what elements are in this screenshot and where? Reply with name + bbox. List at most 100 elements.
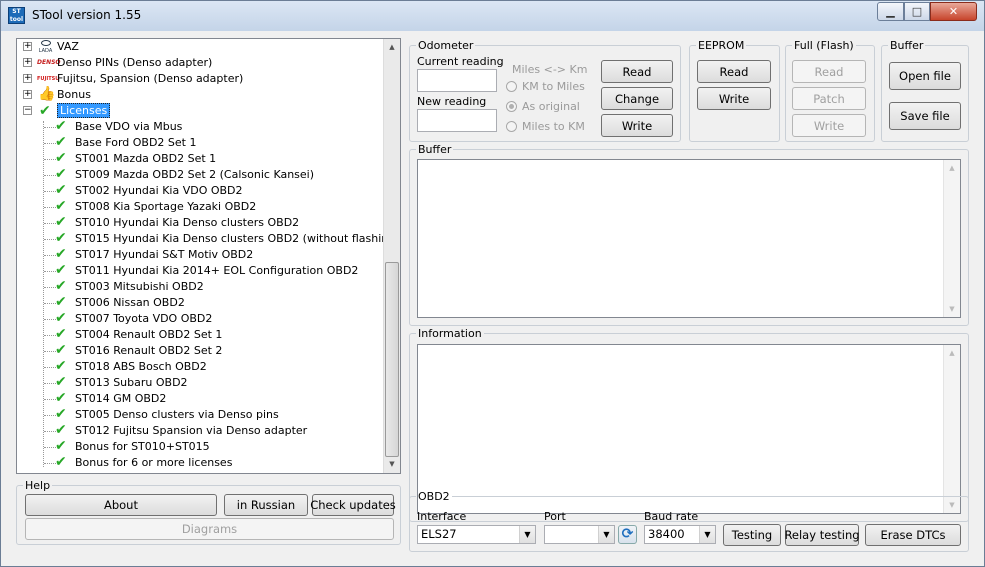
current-reading-input[interactable] xyxy=(417,69,497,92)
check-icon: ✔ xyxy=(55,198,67,214)
license-item-label: ST006 Nissan OBD2 xyxy=(75,296,185,309)
odometer-write-button[interactable]: Write xyxy=(601,114,673,137)
interface-dropdown-arrow-icon[interactable]: ▼ xyxy=(519,526,535,543)
tree-group-denso-pins-denso-adapter[interactable]: + DENSO Denso PINs (Denso adapter) xyxy=(17,55,377,71)
license-item[interactable]: ✔ ST008 Kia Sportage Yazaki OBD2 xyxy=(17,199,377,215)
license-item[interactable]: ✔ ST001 Mazda OBD2 Set 1 xyxy=(17,151,377,167)
tree-group-licenses[interactable]: − ✔ Licenses xyxy=(17,103,377,119)
check-updates-button[interactable]: Check updates xyxy=(310,494,396,516)
license-item[interactable]: ✔ ST010 Hyundai Kia Denso clusters OBD2 xyxy=(17,215,377,231)
tree-expander-icon[interactable]: − xyxy=(23,106,32,115)
license-item-label: ST007 Toyota VDO OBD2 xyxy=(75,312,213,325)
as-original-radio[interactable] xyxy=(506,101,517,112)
tree-group-label: Licenses xyxy=(57,103,111,118)
refresh-ports-icon[interactable]: ⟳ xyxy=(618,525,637,544)
flash-write-button[interactable]: Write xyxy=(792,114,866,137)
new-reading-input[interactable] xyxy=(417,109,497,132)
tree-expander-icon[interactable]: + xyxy=(23,42,32,51)
license-item[interactable]: ✔ ST009 Mazda OBD2 Set 2 (Calsonic Kansei… xyxy=(17,167,377,183)
km-to-miles-radio[interactable] xyxy=(506,81,517,92)
license-item-label: ST013 Subaru OBD2 xyxy=(75,376,188,389)
baud-rate-select[interactable]: 38400 ▼ xyxy=(644,525,716,544)
odometer-change-button[interactable]: Change xyxy=(601,87,673,110)
baud-rate-value: 38400 xyxy=(648,527,685,541)
buffer-textarea[interactable]: ▲ ▼ xyxy=(417,159,961,318)
license-item-label: Base Ford OBD2 Set 1 xyxy=(75,136,197,149)
diagrams-button[interactable]: Diagrams xyxy=(25,518,394,540)
flash-read-button[interactable]: Read xyxy=(792,60,866,83)
license-item[interactable]: ✔ Bonus for 6 or more licenses xyxy=(17,455,377,471)
license-item-label: ST009 Mazda OBD2 Set 2 (Calsonic Kansei) xyxy=(75,168,315,181)
license-item[interactable]: ✔ Bonus for ST010+ST015 xyxy=(17,439,377,455)
scroll-thumb[interactable] xyxy=(385,262,399,457)
license-item[interactable]: ✔ ST006 Nissan OBD2 xyxy=(17,295,377,311)
obd2-group-title: OBD2 xyxy=(418,490,450,503)
port-dropdown-arrow-icon[interactable]: ▼ xyxy=(598,526,614,543)
check-icon: ✔ xyxy=(55,182,67,198)
tree-group-label: Fujitsu, Spansion (Denso adapter) xyxy=(57,72,244,85)
check-icon: ✔ xyxy=(55,310,67,326)
license-item[interactable]: ✔ ST018 ABS Bosch OBD2 xyxy=(17,359,377,375)
info-scroll-up-icon[interactable]: ▲ xyxy=(944,345,960,361)
license-item[interactable]: ✔ ST015 Hyundai Kia Denso clusters OBD2 (… xyxy=(17,231,400,247)
buffer-scroll-up-icon[interactable]: ▲ xyxy=(944,160,960,176)
license-item-label: ST011 Hyundai Kia 2014+ EOL Configuratio… xyxy=(75,264,359,277)
tree-expander-icon[interactable]: + xyxy=(23,90,32,99)
flash-patch-button[interactable]: Patch xyxy=(792,87,866,110)
license-tree[interactable]: + LADA VAZ + DENSO Denso PINs (Denso adapter)… xyxy=(16,38,401,474)
minimize-button[interactable]: ▁ xyxy=(877,2,904,21)
erase-dtcs-button[interactable]: Erase DTCs xyxy=(865,524,961,546)
open-file-button[interactable]: Open file xyxy=(889,62,961,90)
license-item[interactable]: ✔ ST017 Hyundai S&T Motiv OBD2 xyxy=(17,247,377,263)
baud-rate-dropdown-arrow-icon[interactable]: ▼ xyxy=(699,526,715,543)
license-item[interactable]: ✔ Base VDO via Mbus xyxy=(17,119,377,135)
tree-group-label: VAZ xyxy=(57,40,79,53)
save-file-button[interactable]: Save file xyxy=(889,102,961,130)
eeprom-write-button[interactable]: Write xyxy=(697,87,771,110)
check-icon: ✔ xyxy=(55,390,67,406)
license-item[interactable]: ✔ ST005 Denso clusters via Denso pins xyxy=(17,407,377,423)
license-item[interactable]: ✔ ST007 Toyota VDO OBD2 xyxy=(17,311,377,327)
license-item[interactable]: ✔ ST013 Subaru OBD2 xyxy=(17,375,377,391)
license-item[interactable]: ✔ ST011 Hyundai Kia 2014+ EOL Configurati… xyxy=(17,263,377,279)
license-item-label: ST008 Kia Sportage Yazaki OBD2 xyxy=(75,200,257,213)
information-textarea[interactable]: ▲ ▼ xyxy=(417,344,961,514)
title-bar[interactable]: ST tool STool version 1.55 ▁ □ ✕ xyxy=(1,1,984,31)
license-item-label: Base VDO via Mbus xyxy=(75,120,183,133)
license-item[interactable]: ✔ ST012 Fujitsu Spansion via Denso adapte… xyxy=(17,423,377,439)
miles-km-label: Miles <-> Km xyxy=(512,63,588,76)
license-item-label: ST017 Hyundai S&T Motiv OBD2 xyxy=(75,248,254,261)
maximize-button[interactable]: □ xyxy=(904,2,930,21)
license-item[interactable]: ✔ ST004 Renault OBD2 Set 1 xyxy=(17,327,377,343)
in-russian-button[interactable]: in Russian xyxy=(224,494,308,516)
tree-group-vaz[interactable]: + LADA VAZ xyxy=(17,39,377,55)
scroll-down-arrow-icon[interactable]: ▼ xyxy=(384,456,400,472)
eeprom-read-button[interactable]: Read xyxy=(697,60,771,83)
information-scrollbar[interactable]: ▲ ▼ xyxy=(943,345,960,513)
license-item[interactable]: ✔ Base Ford OBD2 Set 1 xyxy=(17,135,377,151)
tree-group-bonus[interactable]: + 👍 Bonus xyxy=(17,87,377,103)
license-item[interactable]: ✔ ST014 GM OBD2 xyxy=(17,391,377,407)
about-button[interactable]: About xyxy=(25,494,217,516)
miles-to-km-radio[interactable] xyxy=(506,121,517,132)
odometer-read-button[interactable]: Read xyxy=(601,60,673,83)
tree-expander-icon[interactable]: + xyxy=(23,58,32,67)
tree-group-fujitsu-spansion-denso-adapter[interactable]: + FUJITSU Fujitsu, Spansion (Denso adapter… xyxy=(17,71,377,87)
license-item[interactable]: ✔ ST016 Renault OBD2 Set 2 xyxy=(17,343,377,359)
buffer-scroll-down-icon[interactable]: ▼ xyxy=(944,301,960,317)
tree-scrollbar[interactable]: ▲ ▼ xyxy=(383,39,400,473)
eeprom-group-title: EEPROM xyxy=(698,39,745,52)
license-item-label: ST015 Hyundai Kia Denso clusters OBD2 (w… xyxy=(75,232,400,245)
help-group-title: Help xyxy=(25,479,51,492)
close-button[interactable]: ✕ xyxy=(930,2,977,21)
port-select[interactable]: ▼ xyxy=(544,525,615,544)
scroll-up-arrow-icon[interactable]: ▲ xyxy=(384,39,400,55)
relay-testing-button[interactable]: Relay testing xyxy=(784,524,860,546)
tree-expander-icon[interactable]: + xyxy=(23,74,32,83)
license-item-label: ST001 Mazda OBD2 Set 1 xyxy=(75,152,217,165)
interface-select[interactable]: ELS27 ▼ xyxy=(417,525,536,544)
buffer-scrollbar[interactable]: ▲ ▼ xyxy=(943,160,960,317)
license-item[interactable]: ✔ ST002 Hyundai Kia VDO OBD2 xyxy=(17,183,377,199)
testing-button[interactable]: Testing xyxy=(723,524,781,546)
license-item[interactable]: ✔ ST003 Mitsubishi OBD2 xyxy=(17,279,377,295)
